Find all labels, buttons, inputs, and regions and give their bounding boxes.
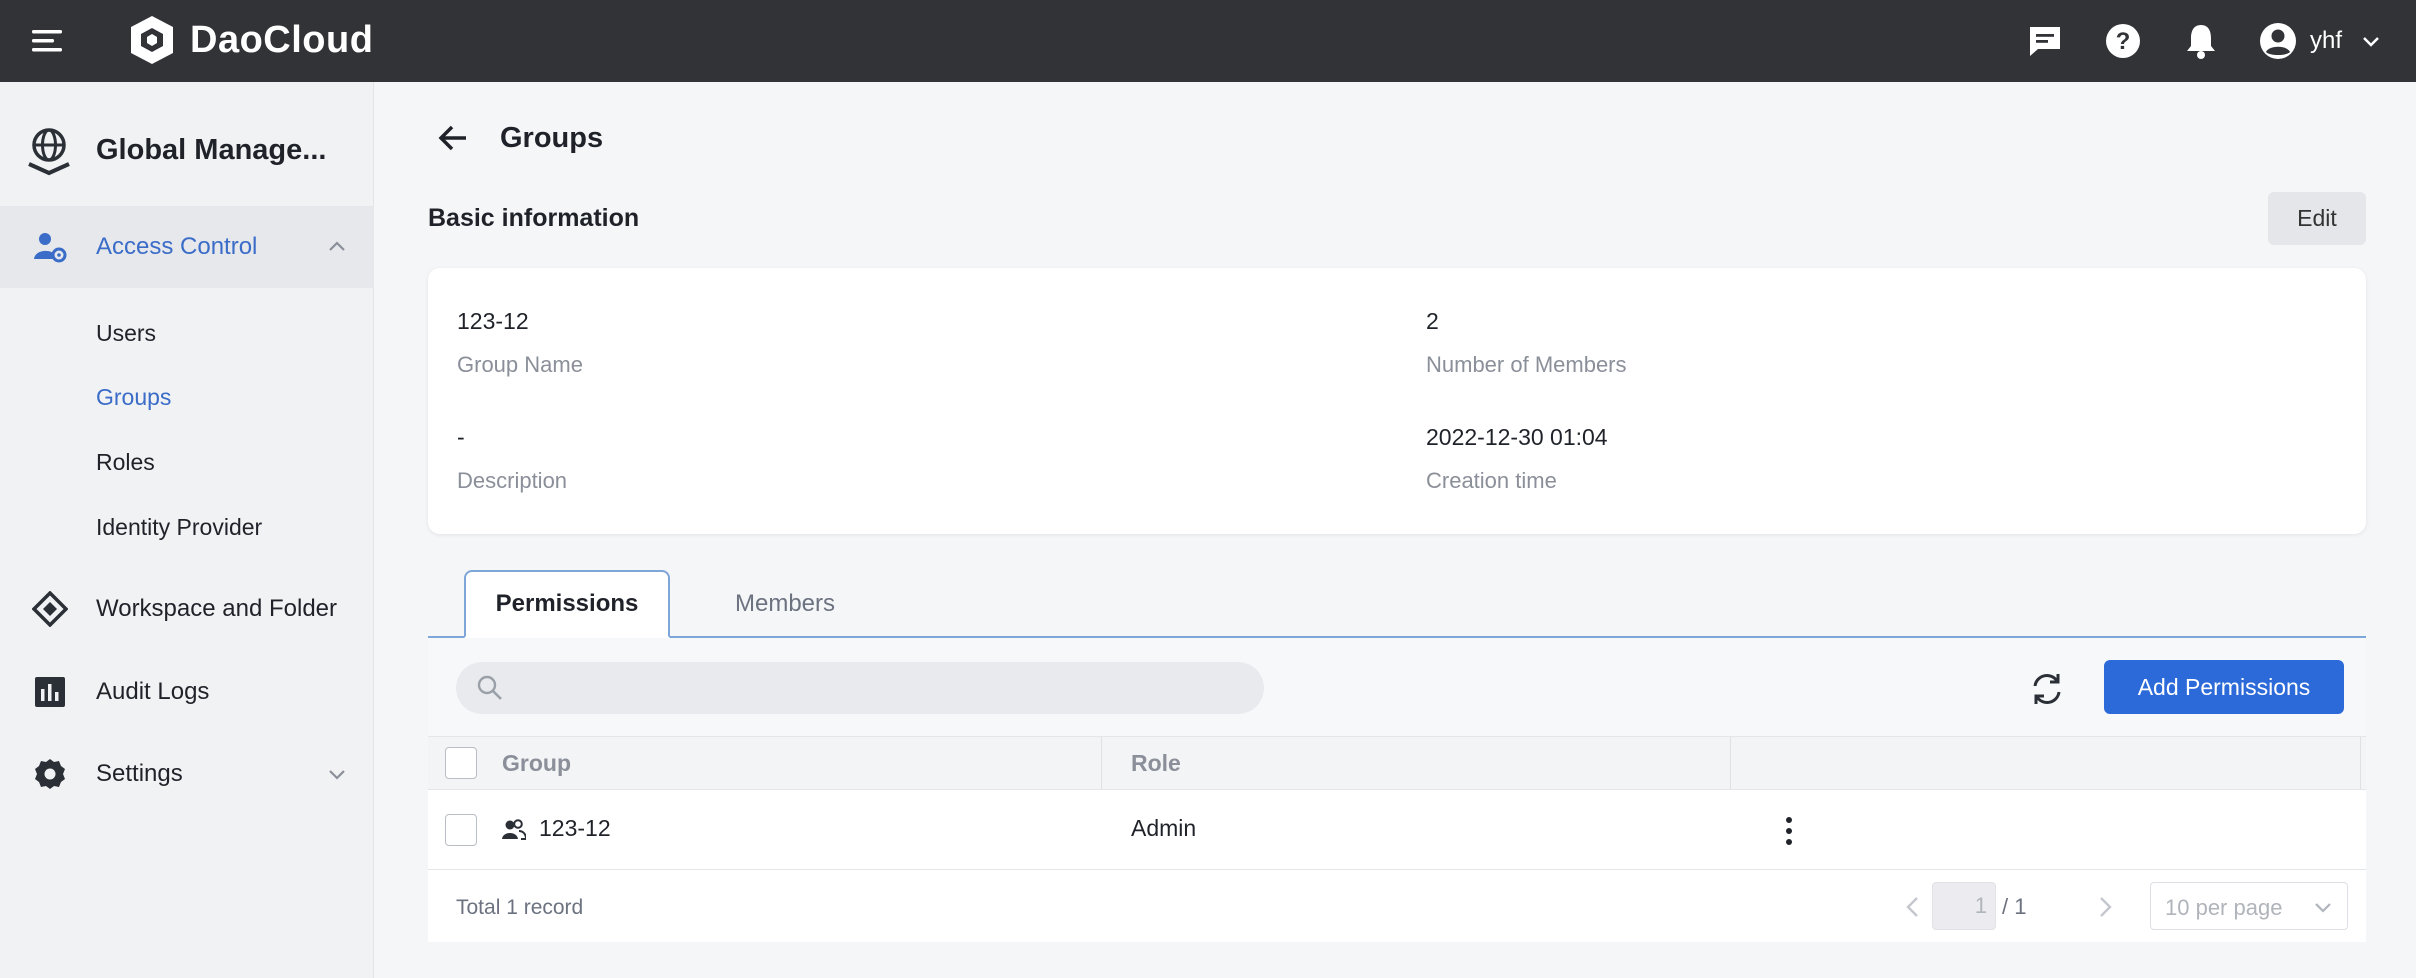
page-number-input[interactable] bbox=[1932, 882, 1996, 930]
group-name-value: 123-12 bbox=[457, 308, 529, 334]
chevron-right-icon[interactable] bbox=[2090, 892, 2120, 922]
basic-info-card: 123-12 Group Name 2 Number of Members - … bbox=[428, 268, 2366, 534]
bell-icon[interactable] bbox=[2180, 20, 2222, 62]
cell-role: Admin bbox=[1131, 815, 1197, 841]
creation-time-label: Creation time bbox=[1426, 468, 1557, 493]
message-icon[interactable] bbox=[2024, 20, 2066, 62]
sidebar-section-workspace[interactable]: Workspace and Folder bbox=[0, 568, 374, 650]
table-toolbar: Add Permissions bbox=[428, 638, 2366, 736]
cell-group: 123-12 bbox=[539, 815, 611, 841]
sidebar-section-audit-logs[interactable]: Audit Logs bbox=[0, 651, 374, 733]
user-name: yhf bbox=[2309, 27, 2342, 54]
permissions-table-panel: Add Permissions Group Role 123-12 Admin … bbox=[428, 638, 2366, 942]
sidebar-section-label: Workspace and Folder bbox=[96, 595, 338, 622]
description-label: Description bbox=[457, 468, 568, 493]
add-permissions-button[interactable]: Add Permissions bbox=[2104, 660, 2344, 714]
sidebar-section-settings[interactable]: Settings bbox=[0, 733, 374, 815]
refresh-icon[interactable] bbox=[2028, 670, 2066, 708]
back-arrow-icon[interactable] bbox=[436, 120, 472, 156]
column-separator bbox=[1101, 737, 1102, 789]
chevron-down-icon bbox=[2315, 903, 2331, 913]
column-separator bbox=[2360, 737, 2361, 789]
chevron-down-icon bbox=[329, 770, 345, 780]
sidebar-header[interactable]: Global Manage... bbox=[0, 118, 374, 184]
edit-button[interactable]: Edit bbox=[2268, 192, 2366, 245]
sidebar-section-label: Settings bbox=[96, 760, 183, 787]
svg-text:?: ? bbox=[2116, 28, 2131, 55]
audit-logs-icon bbox=[32, 674, 68, 710]
per-page-select[interactable]: 10 per page bbox=[2150, 882, 2348, 930]
members-count-value: 2 bbox=[1426, 308, 1439, 334]
chevron-down-icon bbox=[2363, 37, 2379, 47]
brand-logo[interactable]: DaoCloud bbox=[126, 10, 373, 70]
table-row: 123-12 Admin bbox=[428, 790, 2366, 870]
sidebar-item-users[interactable]: Users bbox=[96, 320, 156, 347]
workspace-icon bbox=[32, 591, 68, 627]
section-title: Basic information bbox=[428, 204, 640, 232]
sidebar-item-identity-provider[interactable]: Identity Provider bbox=[96, 514, 262, 541]
chevron-up-icon bbox=[329, 241, 345, 251]
user-menu[interactable]: yhf bbox=[2258, 21, 2382, 61]
column-header-role[interactable]: Role bbox=[1131, 737, 1181, 789]
page-total: / 1 bbox=[2002, 894, 2027, 919]
help-icon[interactable]: ? bbox=[2102, 20, 2144, 62]
per-page-value: 10 per page bbox=[2165, 895, 2283, 920]
members-count-label: Number of Members bbox=[1426, 352, 1627, 377]
user-gear-icon bbox=[32, 229, 68, 265]
menu-icon[interactable] bbox=[30, 24, 66, 58]
tab-permissions[interactable]: Permissions bbox=[464, 570, 670, 638]
group-icon bbox=[502, 819, 526, 840]
group-name-label: Group Name bbox=[457, 352, 583, 377]
search-icon bbox=[477, 675, 502, 700]
page-title: Groups bbox=[500, 122, 604, 154]
sidebar-item-roles[interactable]: Roles bbox=[96, 449, 155, 476]
sidebar-section-label: Access Control bbox=[96, 233, 258, 260]
row-checkbox[interactable] bbox=[445, 814, 477, 846]
total-records: Total 1 record bbox=[456, 896, 584, 919]
avatar-icon bbox=[2259, 23, 2296, 59]
daocloud-logo-icon bbox=[131, 16, 173, 64]
gear-icon bbox=[32, 756, 68, 792]
creation-time-value: 2022-12-30 01:04 bbox=[1426, 424, 1608, 450]
select-all-checkbox[interactable] bbox=[445, 747, 477, 779]
column-header-group[interactable]: Group bbox=[502, 737, 571, 789]
chevron-left-icon[interactable] bbox=[1898, 892, 1928, 922]
top-bar: DaoCloud ? yhf bbox=[0, 0, 2416, 82]
search-input[interactable] bbox=[510, 666, 1250, 710]
column-separator bbox=[1730, 737, 1731, 789]
sidebar-title: Global Manage... bbox=[96, 134, 327, 166]
globe-icon bbox=[28, 128, 70, 176]
sidebar: Global Manage... Access Control Users Gr… bbox=[0, 82, 374, 978]
brand-name: DaoCloud bbox=[190, 18, 374, 61]
more-actions-icon[interactable] bbox=[1772, 814, 1806, 848]
table-header: Group Role bbox=[428, 736, 2366, 790]
sidebar-item-groups[interactable]: Groups bbox=[96, 384, 171, 411]
sidebar-section-label: Audit Logs bbox=[96, 678, 210, 705]
sidebar-section-access-control[interactable]: Access Control bbox=[0, 206, 374, 288]
description-value: - bbox=[457, 424, 465, 450]
table-footer: Total 1 record / 1 10 per page bbox=[428, 870, 2366, 942]
tab-members[interactable]: Members bbox=[680, 570, 890, 638]
